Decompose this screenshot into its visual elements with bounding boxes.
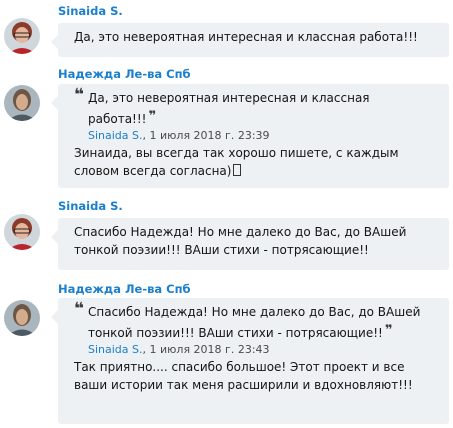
author-link[interactable]: Надежда Ле-ва Спб bbox=[58, 282, 191, 296]
author-link[interactable]: Sinaida S. bbox=[58, 4, 123, 18]
message-text: Да, это невероятная интересная и классна… bbox=[74, 30, 418, 44]
quote-block: ❝ Да, это невероятная интересная и класс… bbox=[74, 85, 439, 143]
message-text: Зинаида, вы всегда так хорошо пишете, с … bbox=[74, 146, 399, 178]
message-bubble: ❝ Спасибо Надежда! Но мне далеко до Вас,… bbox=[51, 298, 449, 424]
author-link[interactable]: Sinaida S. bbox=[58, 199, 123, 213]
quote-open-icon: ❝ bbox=[74, 299, 84, 319]
message-text: Спасибо Надежда! Но мне далеко до Вас, д… bbox=[74, 225, 407, 257]
quote-text: Спасибо Надежда! Но мне далеко до Вас, д… bbox=[88, 305, 421, 340]
bubble-tail bbox=[51, 96, 58, 110]
avatar[interactable] bbox=[4, 85, 40, 121]
quote-citation: Sinaida S., 1 июля 2018 г. 23:43 bbox=[88, 342, 439, 357]
bubble-tail bbox=[51, 35, 58, 49]
quote-text: Да, это невероятная интересная и классна… bbox=[88, 91, 370, 126]
missing-emoji-icon bbox=[233, 163, 242, 176]
quote-author-link[interactable]: Sinaida S. bbox=[88, 343, 143, 356]
quote-author-link[interactable]: Sinaida S. bbox=[88, 129, 143, 142]
quote-date: , 1 июля 2018 г. 23:39 bbox=[142, 129, 270, 142]
quote-close-icon: ❞ bbox=[384, 322, 393, 338]
message-text: Так приятно.... спасибо большое! Этот пр… bbox=[74, 360, 413, 392]
avatar[interactable] bbox=[4, 214, 40, 250]
comment-thread: Sinaida S. Да, это невероятная интересна… bbox=[0, 0, 453, 428]
avatar[interactable] bbox=[4, 18, 40, 54]
quote-citation: Sinaida S., 1 июля 2018 г. 23:39 bbox=[88, 128, 439, 143]
message-bubble: Спасибо Надежда! Но мне далеко до Вас, д… bbox=[51, 218, 449, 270]
message-bubble: Да, это невероятная интересная и классна… bbox=[51, 23, 449, 57]
bubble-tail bbox=[51, 310, 58, 324]
bubble-tail bbox=[51, 230, 58, 244]
quote-open-icon: ❝ bbox=[74, 85, 84, 105]
author-link[interactable]: Надежда Ле-ва Спб bbox=[58, 67, 191, 81]
quote-block: ❝ Спасибо Надежда! Но мне далеко до Вас,… bbox=[74, 299, 439, 357]
message-bubble: ❝ Да, это невероятная интересная и класс… bbox=[51, 84, 449, 188]
quote-close-icon: ❞ bbox=[148, 108, 157, 124]
avatar[interactable] bbox=[4, 300, 40, 336]
quote-date: , 1 июля 2018 г. 23:43 bbox=[142, 343, 270, 356]
